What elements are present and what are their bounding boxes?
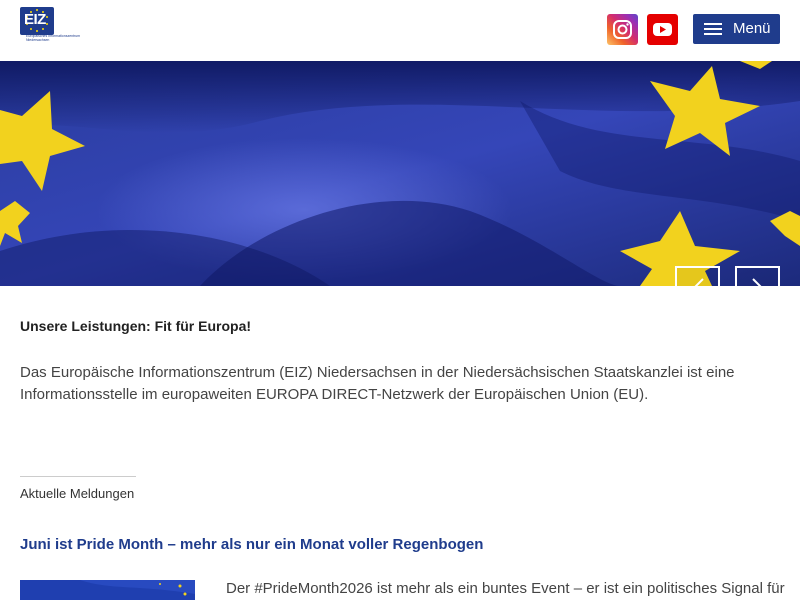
eu-flag-image — [0, 61, 800, 286]
section-divider — [20, 476, 136, 477]
instagram-icon — [613, 20, 632, 39]
logo-subtext: Europäisches Informationszentrum Nieders… — [26, 34, 81, 42]
site-header: EIZ Europäisches Informationszentrum Nie… — [0, 0, 800, 61]
slider-prev-button[interactable] — [675, 266, 720, 286]
chevron-right-icon — [752, 278, 762, 286]
news-item-title[interactable]: Juni ist Pride Month – mehr als nur ein … — [20, 536, 483, 553]
eu-flag-thumbnail-image — [20, 580, 195, 600]
news-item-teaser: Der #PrideMonth2026 ist mehr als ein bun… — [226, 580, 785, 597]
news-item-thumbnail[interactable] — [20, 580, 195, 600]
instagram-link[interactable] — [607, 14, 638, 45]
hamburger-icon — [704, 23, 722, 35]
youtube-link[interactable] — [647, 14, 678, 45]
slider-next-button[interactable] — [735, 266, 780, 286]
menu-button[interactable]: Menü — [693, 14, 780, 44]
logo-text: EIZ — [24, 11, 46, 28]
hero-banner — [0, 61, 800, 286]
chevron-left-icon — [694, 278, 704, 286]
news-section-label: Aktuelle Meldungen — [20, 486, 135, 501]
youtube-icon — [653, 23, 672, 36]
eiz-logo[interactable]: EIZ Europäisches Informationszentrum Nie… — [20, 7, 84, 43]
intro-text: Das Europäische Informationszentrum (EIZ… — [20, 364, 735, 403]
menu-label: Menü — [733, 20, 771, 37]
services-title: Unsere Leistungen: Fit für Europa! — [20, 318, 252, 334]
